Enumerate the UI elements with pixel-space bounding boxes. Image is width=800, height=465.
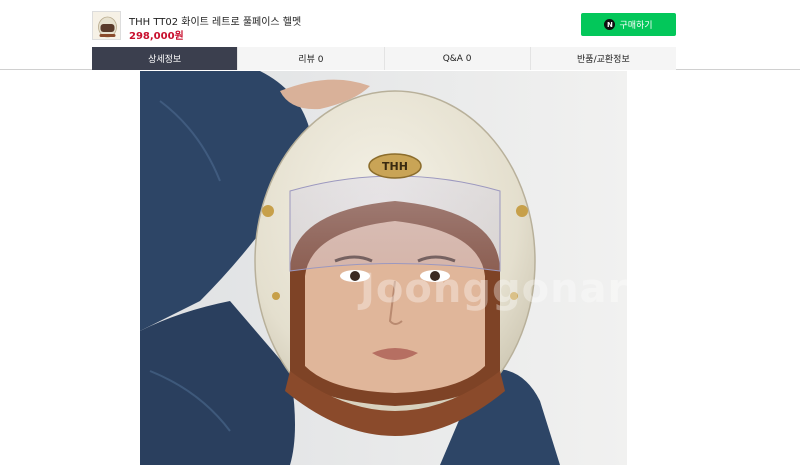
buy-button-label: 구매하기	[619, 21, 653, 31]
helmet-logo: THH	[382, 160, 408, 173]
tab-details[interactable]: 상세정보	[92, 47, 239, 70]
tab-returns-label: 반품/교환정보	[577, 55, 630, 65]
tab-reviews-label: 리뷰 0	[298, 55, 324, 65]
watermark-text: Joonggonara	[360, 266, 627, 312]
product-price: 298,000원	[129, 31, 184, 42]
naver-pay-icon: N	[604, 19, 616, 30]
product-title: THH TT02 화이트 레트로 풀페이스 헬멧	[129, 17, 302, 28]
tab-qna-label: Q&A 0	[442, 53, 472, 64]
tab-reviews[interactable]: 리뷰 0	[238, 47, 385, 70]
product-detail-image: THH Joonggonara	[140, 71, 627, 465]
tab-details-label: 상세정보	[148, 55, 182, 65]
helmet-thumbnail-icon	[93, 12, 120, 39]
tab-returns[interactable]: 반품/교환정보	[531, 47, 676, 70]
product-tabs: 상세정보 리뷰 0 Q&A 0 반품/교환정보	[92, 47, 676, 70]
buy-button[interactable]: N 구매하기	[581, 13, 676, 36]
sticky-product-header: THH TT02 화이트 레트로 풀페이스 헬멧 298,000원 N 구매하기…	[0, 0, 800, 70]
product-thumbnail[interactable]	[92, 11, 121, 40]
tab-qna[interactable]: Q&A 0	[385, 47, 531, 70]
